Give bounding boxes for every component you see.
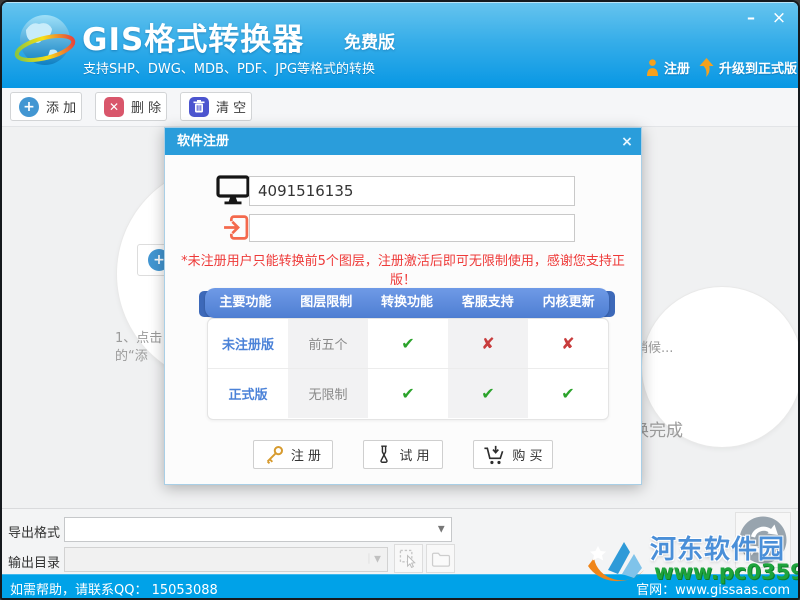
- dialog-close-icon[interactable]: ×: [617, 132, 637, 152]
- app-title: GIS格式转换器: [82, 14, 304, 59]
- edition-name-cell: 正式版: [208, 369, 288, 418]
- header-register-link[interactable]: 注册: [646, 55, 690, 79]
- delete-button-label: 删 除: [131, 97, 161, 116]
- login-arrow-icon: [219, 214, 253, 241]
- edition-name-cell: 未注册版: [208, 319, 288, 368]
- convert-mark-cell: ✔: [368, 369, 448, 418]
- chevron-down-icon: ▼: [368, 553, 380, 563]
- unregistered-notice: *未注册用户只能转换前5个图层，注册激活后即可无限制使用，感谢您支持正版！: [175, 250, 631, 288]
- output-dir-input[interactable]: ▼: [64, 547, 388, 572]
- minimize-button[interactable]: –: [740, 8, 762, 28]
- close-button[interactable]: ×: [768, 8, 790, 28]
- status-bar: 如需帮助，请联系QQ： 15053088 官网：www.gissaas.com: [2, 574, 798, 600]
- output-dir-label: 输出目录 :: [8, 552, 69, 571]
- convert-arrows-icon: [739, 516, 787, 564]
- header-register-label: 注册: [664, 58, 690, 77]
- pick-directory-button[interactable]: [394, 544, 423, 573]
- help-qq-text: 如需帮助，请联系QQ： 15053088: [10, 579, 218, 598]
- register-button-label: 注 册: [291, 445, 321, 464]
- browse-folder-button[interactable]: [426, 544, 455, 573]
- select-cursor-icon: [399, 549, 418, 568]
- step1-caption: 1、点击 的“添: [115, 330, 164, 366]
- feature-table: 未注册版 前五个 ✔ ✘ ✘ 正式版 无限制 ✔ ✔ ✔: [207, 318, 609, 420]
- trial-button-label: 试 用: [399, 445, 429, 464]
- person-icon: [646, 59, 659, 76]
- up-arrow-icon: [699, 58, 714, 77]
- add-button[interactable]: + 添 加: [10, 92, 82, 121]
- output-panel: 导出格式 : ▼ 输出目录 : ▼: [2, 508, 798, 575]
- add-button-label: 添 加: [46, 97, 76, 116]
- registration-dialog: 软件注册 × *未注册用户只能转换前5个图层，注册激活后即可无限制使用，感谢您支…: [164, 127, 642, 485]
- official-site-text[interactable]: 官网：www.gissaas.com: [636, 579, 790, 598]
- trash-icon: [189, 97, 209, 117]
- register-code-input[interactable]: [249, 214, 575, 242]
- col-header: 主要功能: [205, 288, 286, 318]
- update-mark-cell: ✘: [528, 319, 608, 368]
- header-upgrade-link[interactable]: 升级到正式版: [699, 55, 797, 79]
- flask-icon: [376, 445, 392, 464]
- plus-circle-icon: +: [19, 97, 39, 117]
- toolbar: + 添 加 ✕ 删 除 清 空: [2, 88, 798, 127]
- support-mark-cell: ✘: [448, 319, 528, 368]
- layer-limit-cell: 无限制: [288, 369, 368, 418]
- cart-icon: [483, 445, 505, 465]
- col-header: 客服支持: [447, 288, 528, 318]
- app-edition-badge: 免费版: [344, 28, 395, 53]
- x-square-icon: ✕: [104, 97, 124, 117]
- delete-button[interactable]: ✕ 删 除: [95, 92, 167, 121]
- globe-logo-icon: [14, 10, 76, 80]
- key-icon: [265, 445, 284, 464]
- buy-button-label: 购 买: [512, 445, 542, 464]
- col-header: 内核更新: [528, 288, 609, 318]
- table-header-ribbon: 主要功能 图层限制 转换功能 客服支持 内核更新: [199, 288, 615, 319]
- convert-mark-cell: ✔: [368, 319, 448, 368]
- export-format-select[interactable]: ▼: [64, 517, 452, 542]
- support-mark-cell: ✔: [448, 369, 528, 418]
- layer-limit-cell: 前五个: [288, 319, 368, 368]
- update-mark-cell: ✔: [528, 369, 608, 418]
- app-subtitle: 支持SHP、DWG、MDB、PDF、JPG等格式的转换: [83, 58, 375, 77]
- header-bar: GIS格式转换器 免费版 支持SHP、DWG、MDB、PDF、JPG等格式的转换…: [2, 2, 798, 88]
- clear-button-label: 清 空: [216, 97, 246, 116]
- export-format-label: 导出格式 :: [8, 522, 69, 541]
- table-row-unregistered: 未注册版 前五个 ✔ ✘ ✘: [208, 319, 608, 368]
- register-button[interactable]: 注 册: [253, 440, 333, 469]
- table-row-official: 正式版 无限制 ✔ ✔ ✔: [208, 368, 608, 418]
- buy-button[interactable]: 购 买: [473, 440, 553, 469]
- col-header: 转换功能: [367, 288, 448, 318]
- machine-code-input[interactable]: [249, 176, 575, 206]
- folder-icon: [431, 551, 451, 567]
- convert-button[interactable]: [735, 512, 791, 568]
- monitor-icon: [216, 174, 250, 206]
- dialog-titlebar[interactable]: 软件注册: [165, 128, 641, 155]
- header-upgrade-label: 升级到正式版: [719, 58, 797, 77]
- app-window: GIS格式转换器 免费版 支持SHP、DWG、MDB、PDF、JPG等格式的转换…: [0, 0, 800, 600]
- chevron-down-icon: ▼: [437, 523, 444, 533]
- clear-button[interactable]: 清 空: [180, 92, 252, 121]
- col-header: 图层限制: [286, 288, 367, 318]
- trial-button[interactable]: 试 用: [363, 440, 443, 469]
